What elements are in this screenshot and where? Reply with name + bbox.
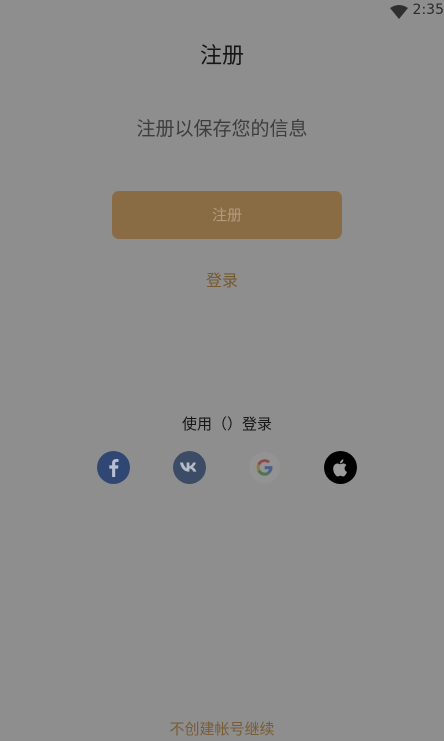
register-button[interactable]: 注册	[112, 191, 342, 239]
vk-login-button[interactable]	[173, 451, 206, 484]
register-screen: 2:35 注册 注册以保存您的信息 注册 登录 使用（）登录 不创建帐号继续	[0, 0, 444, 741]
social-login-label: 使用（）登录	[181, 415, 272, 433]
login-link[interactable]: 登录	[0, 267, 444, 291]
page-title: 注册	[199, 44, 244, 69]
google-icon	[249, 452, 280, 483]
status-time: 2:35	[412, 2, 444, 18]
page-subtitle: 注册以保存您的信息	[136, 118, 308, 140]
wifi-icon	[390, 4, 408, 19]
apple-login-button[interactable]	[324, 451, 357, 484]
status-bar: 2:35	[0, 0, 444, 24]
vk-icon	[180, 462, 197, 472]
social-login-row	[0, 451, 444, 484]
google-login-button[interactable]	[248, 451, 281, 484]
facebook-login-button[interactable]	[97, 451, 130, 484]
continue-without-account-link[interactable]: 不创建帐号继续	[0, 718, 444, 739]
facebook-icon	[109, 459, 119, 477]
apple-icon	[333, 459, 347, 477]
